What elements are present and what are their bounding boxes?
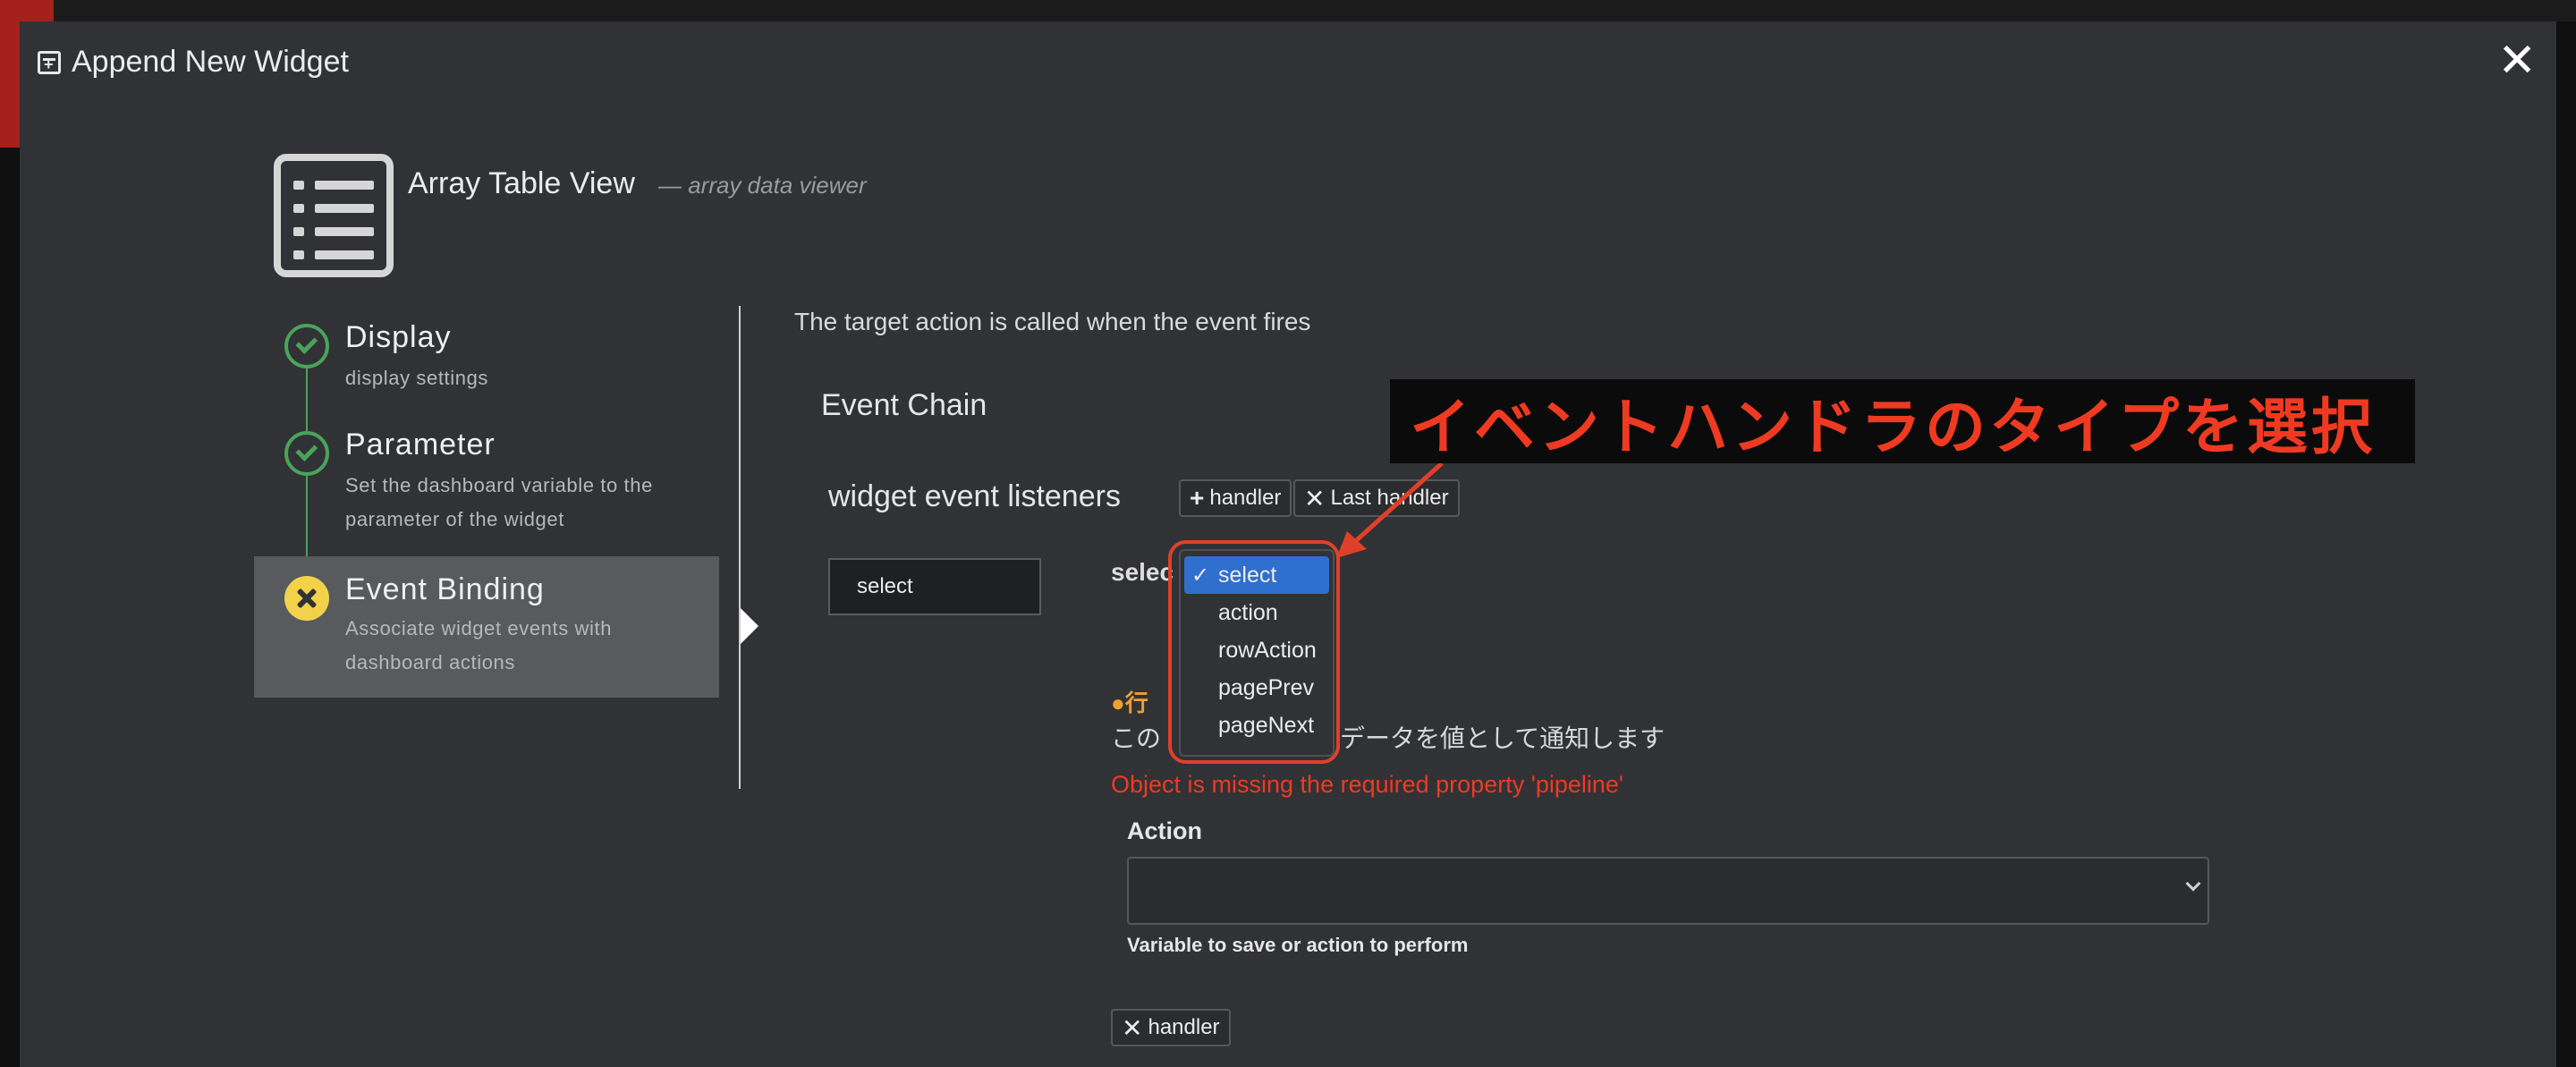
steps-divider bbox=[739, 306, 741, 789]
annotation-arrow bbox=[1336, 462, 1444, 558]
step-subtitle: display settings bbox=[345, 367, 489, 389]
annotation-highlight-box bbox=[1168, 540, 1340, 764]
event-chain-title: Event Chain bbox=[821, 388, 987, 422]
add-handler-button[interactable]: + handler bbox=[1179, 479, 1292, 517]
step-display[interactable]: Display display settings bbox=[254, 320, 719, 420]
action-label: Action bbox=[1127, 817, 1202, 844]
modal-title: Append New Widget bbox=[38, 45, 349, 80]
listeners-title: widget event listeners bbox=[828, 479, 1121, 513]
event-bullet-icon: ● bbox=[1111, 690, 1125, 716]
step-subtitle: Associate widget events with dashboard a… bbox=[345, 617, 613, 673]
close-icon[interactable]: ✕ bbox=[2497, 38, 2537, 84]
action-help-text: Variable to save or action to perform bbox=[1127, 934, 1469, 956]
step-title: Parameter bbox=[345, 428, 496, 462]
widget-name: Array Table View bbox=[408, 166, 635, 200]
validation-error: Object is missing the required property … bbox=[1111, 771, 1624, 798]
x-icon: ✕ bbox=[1304, 484, 1326, 512]
listener-item-select[interactable]: select bbox=[828, 558, 1041, 615]
background-topbar bbox=[0, 0, 2576, 21]
modal-header: Append New Widget ✕ bbox=[20, 21, 2556, 111]
event-name-text: 行 bbox=[1124, 690, 1148, 716]
step-event-binding[interactable]: Event Binding Associate widget events wi… bbox=[254, 556, 719, 698]
plus-icon: + bbox=[1190, 484, 1205, 512]
modal-title-text: Append New Widget bbox=[72, 45, 349, 79]
action-select[interactable] bbox=[1127, 857, 2209, 925]
binding-description: The target action is called when the eve… bbox=[794, 308, 1311, 335]
step-title: Event Binding bbox=[345, 572, 545, 606]
add-handler-label: handler bbox=[1209, 486, 1282, 510]
widget-description: — array data viewer bbox=[658, 172, 867, 199]
event-desc-start: この bbox=[1111, 724, 1162, 752]
active-step-pointer bbox=[741, 608, 758, 644]
check-icon bbox=[284, 324, 329, 368]
x-icon: ✕ bbox=[1122, 1013, 1143, 1042]
wizard-steps: Display display settings Parameter Set t… bbox=[254, 286, 719, 787]
step-parameter[interactable]: Parameter Set the dashboard variable to … bbox=[254, 428, 719, 546]
event-name: ●行 bbox=[1111, 685, 1148, 718]
handler-type-label: selec bbox=[1111, 558, 1174, 586]
add-widget-icon bbox=[38, 50, 61, 74]
warning-x-icon bbox=[284, 576, 329, 621]
event-desc-end: データを値として通知します bbox=[1340, 724, 1665, 752]
annotation-callout: イベントハンドラのタイプを選択 bbox=[1390, 379, 2415, 463]
remove-handler-button[interactable]: ✕ handler bbox=[1111, 1009, 1231, 1046]
remove-handler-label: handler bbox=[1148, 1015, 1220, 1039]
chevron-down-icon bbox=[2185, 876, 2201, 892]
step-title: Display bbox=[345, 320, 452, 354]
table-list-icon bbox=[274, 154, 394, 277]
check-icon bbox=[284, 431, 329, 476]
step-subtitle: Set the dashboard variable to the parame… bbox=[345, 474, 653, 530]
